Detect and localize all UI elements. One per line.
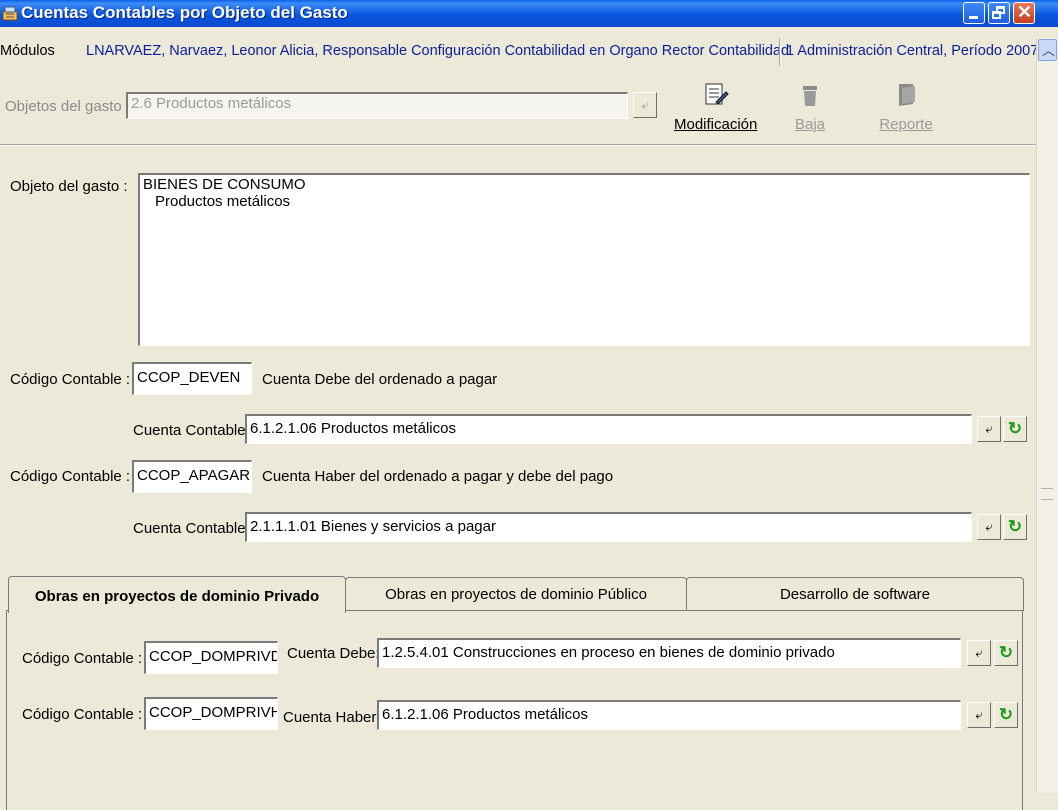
baja-label: Baja [794,116,826,133]
cuenta-contable-2-input[interactable]: 2.1.1.1.01 Bienes y servicios a pagar [245,512,972,542]
modules-menu[interactable]: Módulos [0,43,55,59]
cuenta-contable-1-lookup-button[interactable]: ⤶ [977,416,1001,442]
tab-codigo-contable-2-input[interactable]: CCOP_DOMPRIVH [144,697,278,730]
codigo-contable-2-label: Código Contable : [10,468,131,485]
cuenta-haber-reset-button[interactable]: ↻ [994,702,1018,728]
cuenta-contable-2-label: Cuenta Contable: [133,520,250,537]
maximize-button[interactable] [988,2,1010,24]
undo-icon: ↻ [998,705,1014,724]
codigo-contable-1-input[interactable]: CCOP_DEVEN [132,362,252,395]
tab-dominio-privado[interactable]: Obras en proyectos de dominio Privado [8,576,346,613]
trash-icon [803,86,817,106]
cuenta-haber-input[interactable]: 6.1.2.1.06 Productos metálicos [377,700,961,730]
cuenta-contable-1-input[interactable]: 6.1.2.1.06 Productos metálicos [245,414,972,444]
objeto-line-1: BIENES DE CONSUMO [143,176,306,193]
vertical-scrollbar[interactable]: ︿ [1036,38,1058,793]
codigo-contable-1-label: Código Contable : [10,371,131,388]
objeto-line-2: Productos metálicos [155,193,291,210]
reporte-label: Reporte [879,116,933,133]
cuenta-contable-1-reset-button[interactable]: ↻ [1003,416,1027,442]
lookup-icon: ⤶ [975,707,983,722]
cuenta-debe-input[interactable]: 1.2.5.4.01 Construcciones en proceso en … [377,638,961,668]
modificacion-label: Modificación [674,116,758,133]
cuenta-debe-label: Cuenta Debe: [287,645,380,662]
context-info: 1 Administración Central, Período 2007 [786,43,1039,59]
restore-icon-front [992,11,1001,19]
scroll-thumb-grip[interactable] [1041,488,1053,500]
window-title: Cuentas Contables por Objeto del Gasto [21,3,348,22]
chevron-up-icon: ︿ [1042,43,1056,58]
title-bar: Cuentas Contables por Objeto del Gasto ✕ [0,0,1058,27]
report-icon [899,84,915,106]
objeto-gasto-textarea[interactable]: BIENES DE CONSUMO Productos metálicos [138,173,1030,346]
cuenta-haber-label: Cuenta Haber: [283,709,381,726]
tab-dominio-publico[interactable]: Obras en proyectos de dominio Público [345,577,687,611]
app-icon [2,6,18,21]
cuenta-debe-reset-button[interactable]: ↻ [994,640,1018,666]
lookup-icon: ⤶ [985,519,993,534]
cuenta-haber-lookup-button[interactable]: ⤶ [967,702,991,728]
undo-icon: ↻ [1007,419,1023,438]
codigo-contable-2-input[interactable]: CCOP_APAGAR [132,460,252,493]
objetos-gasto-input[interactable]: 2.6 Productos metálicos [126,92,628,119]
objetos-lookup-button[interactable]: ⤶ [633,92,657,118]
baja-button[interactable]: Baja [786,80,834,133]
toolbar-divider [0,144,1036,146]
cuenta-contable-2-lookup-button[interactable]: ⤶ [977,514,1001,540]
cuenta-contable-1-label: Cuenta Contable: [133,422,250,439]
close-icon: ✕ [1017,2,1033,22]
scroll-up-button[interactable]: ︿ [1038,39,1057,61]
undo-icon: ↻ [1007,517,1023,536]
lookup-icon: ⤶ [975,645,983,660]
tab-codigo-contable-1-input[interactable]: CCOP_DOMPRIVD [144,641,278,674]
minimize-icon [969,16,978,19]
minimize-button[interactable] [963,2,985,24]
user-info: LNARVAEZ, Narvaez, Leonor Alicia, Respon… [86,43,790,59]
close-button[interactable]: ✕ [1013,2,1035,24]
undo-icon: ↻ [998,643,1014,662]
codigo-contable-1-description: Cuenta Debe del ordenado a pagar [262,371,498,388]
tab-codigo-contable-2-label: Código Contable : [22,706,143,723]
info-separator [779,38,781,66]
reporte-button[interactable]: Reporte [872,80,940,133]
tab-desarrollo-software[interactable]: Desarrollo de software [686,577,1024,611]
lookup-icon: ⤶ [985,421,993,436]
edit-document-icon [705,83,729,105]
info-bar: Módulos LNARVAEZ, Narvaez, Leonor Alicia… [0,38,1058,66]
lookup-icon: ⤶ [641,97,649,112]
tab-codigo-contable-1-label: Código Contable : [22,650,143,667]
cuenta-debe-lookup-button[interactable]: ⤶ [967,640,991,666]
objetos-label: Objetos del gasto : [5,98,131,115]
cuenta-contable-2-reset-button[interactable]: ↻ [1003,514,1027,540]
modificacion-button[interactable]: Modificación [674,80,758,133]
objeto-gasto-label: Objeto del gasto : [10,178,128,195]
codigo-contable-2-description: Cuenta Haber del ordenado a pagar y debe… [262,468,614,485]
